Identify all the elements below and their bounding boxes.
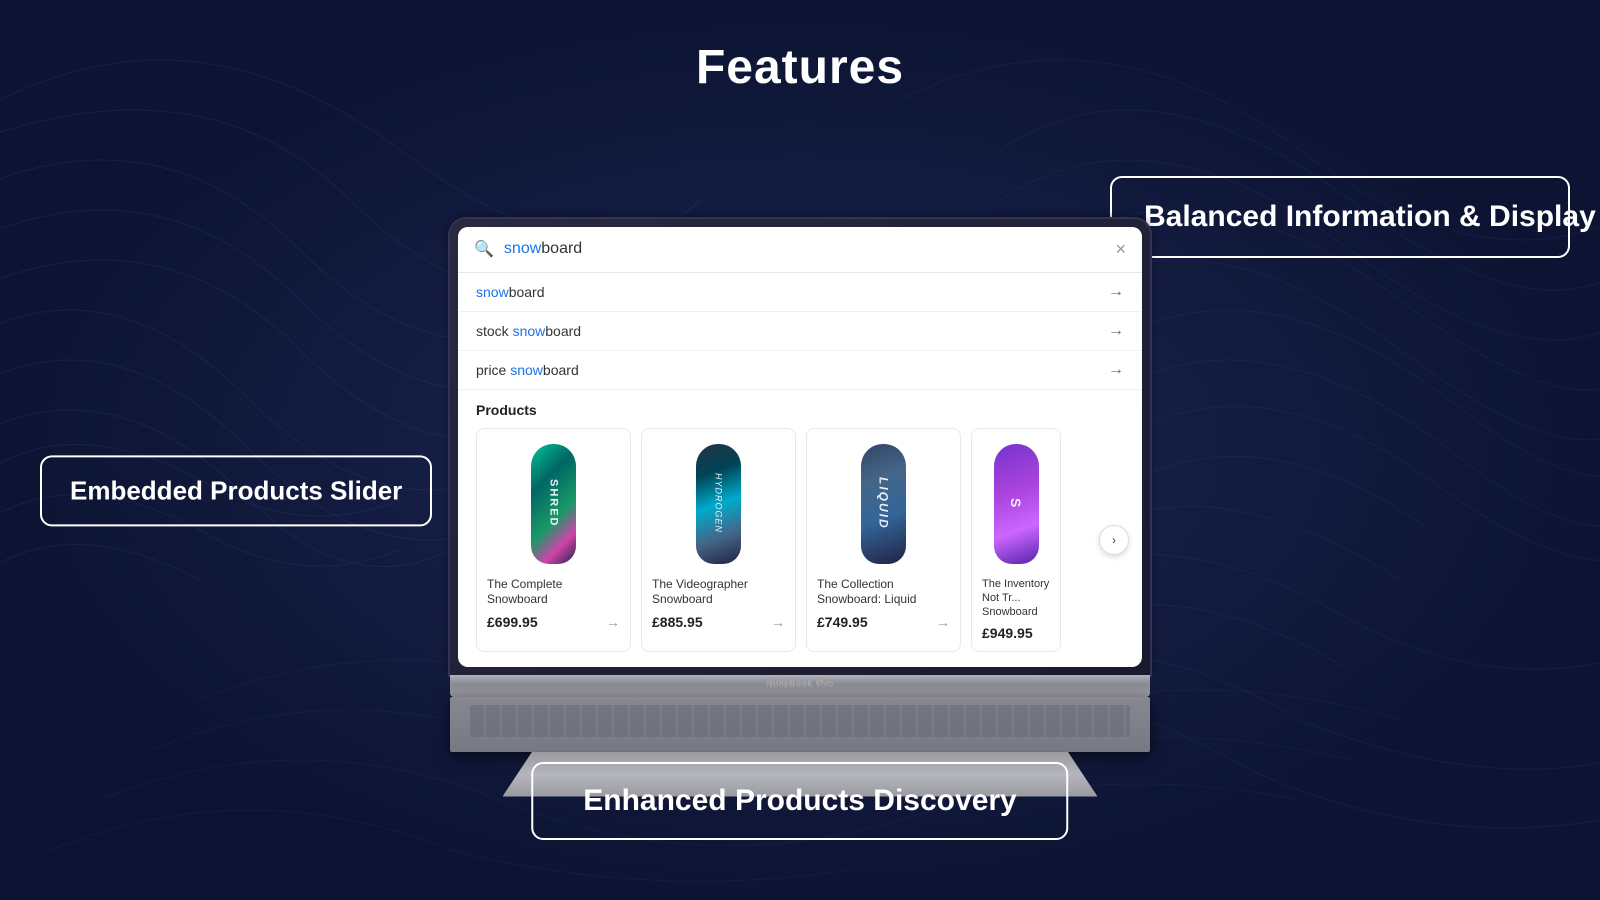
product-image: SHRED	[487, 439, 620, 569]
product-price: £749.95	[817, 614, 868, 630]
product-name: The Collection Snowboard: Liquid	[817, 577, 950, 608]
keyboard-keys	[470, 705, 1130, 737]
product-image: liquid	[817, 439, 950, 569]
snowboard-text: liquid	[877, 477, 891, 530]
product-price-row: £749.95 →	[817, 614, 950, 630]
arrow-icon: →	[1108, 283, 1124, 301]
product-price-row: £885.95 →	[652, 614, 785, 630]
product-card[interactable]: S The Inventory Not Tr... Snowboard £949…	[971, 428, 1061, 653]
product-price-row: £699.95 →	[487, 614, 620, 630]
snowboard-text: Hydrogen	[714, 473, 724, 533]
suggestion-item[interactable]: price snowboard →	[458, 351, 1142, 390]
arrow-icon: →	[1108, 322, 1124, 340]
suggestion-text: snowboard	[476, 284, 545, 300]
laptop-mockup: 🔍 snowboard × snowboard →	[450, 219, 1150, 797]
price-arrow-icon: →	[606, 614, 620, 630]
product-image: Hydrogen	[652, 439, 785, 569]
snowboard-graphic: S	[994, 444, 1039, 564]
search-input-display: snowboard	[504, 240, 1116, 258]
search-icon: 🔍	[474, 239, 494, 259]
embedded-products-slider-label: Embedded Products Slider	[40, 455, 432, 526]
search-rest: board	[541, 240, 582, 257]
product-name: The Complete Snowboard	[487, 577, 620, 608]
product-name: The Videographer Snowboard	[652, 577, 785, 608]
suggestion-item[interactable]: snowboard →	[458, 273, 1142, 312]
products-slider-container: SHRED The Complete Snowboard £699.95 →	[476, 428, 1124, 653]
price-arrow-icon: →	[771, 614, 785, 630]
price-arrow-icon: →	[936, 614, 950, 630]
close-icon[interactable]: ×	[1115, 239, 1126, 260]
snowboard-text: S	[1008, 498, 1024, 509]
snowboard-graphic: liquid	[861, 444, 906, 564]
snowboard-graphic: Hydrogen	[696, 444, 741, 564]
product-name: The Inventory Not Tr... Snowboard	[982, 577, 1050, 620]
laptop-screen-bezel: 🔍 snowboard × snowboard →	[450, 219, 1150, 675]
suggestion-item[interactable]: stock snowboard →	[458, 312, 1142, 351]
laptop-keyboard	[450, 697, 1150, 752]
product-card[interactable]: liquid The Collection Snowboard: Liquid …	[806, 428, 961, 653]
products-slider: SHRED The Complete Snowboard £699.95 →	[476, 428, 1124, 653]
product-price-row: £949.95	[982, 625, 1050, 641]
suggestion-text: stock snowboard	[476, 323, 581, 339]
enhanced-products-discovery-label: Enhanced Products Discovery	[531, 762, 1068, 840]
arrow-icon: →	[1108, 361, 1124, 379]
search-bar[interactable]: 🔍 snowboard ×	[458, 227, 1142, 273]
products-label: Products	[476, 402, 1124, 418]
slider-next-button[interactable]: ›	[1099, 525, 1129, 555]
page-title: Features	[696, 40, 904, 95]
product-card[interactable]: SHRED The Complete Snowboard £699.95 →	[476, 428, 631, 653]
snowboard-text: SHRED	[548, 479, 560, 528]
product-price: £885.95	[652, 614, 703, 630]
product-card[interactable]: Hydrogen The Videographer Snowboard £885…	[641, 428, 796, 653]
snowboard-graphic: SHRED	[531, 444, 576, 564]
search-highlight: snow	[504, 240, 541, 257]
product-image: S	[982, 439, 1050, 569]
products-section: Products SHRED T	[458, 390, 1142, 661]
suggestion-text: price snowboard	[476, 362, 579, 378]
product-price: £699.95	[487, 614, 538, 630]
laptop-screen: 🔍 snowboard × snowboard →	[458, 227, 1142, 667]
product-price: £949.95	[982, 625, 1033, 641]
balanced-information-label: Balanced Information & Display	[1110, 176, 1570, 258]
